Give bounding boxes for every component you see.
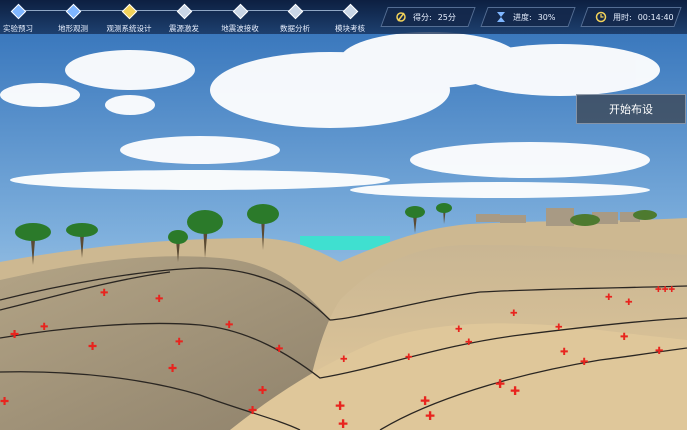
- svg-text:✚: ✚: [248, 404, 257, 417]
- step-diamond-icon: [176, 3, 192, 20]
- step-diamond-icon: [121, 3, 137, 20]
- svg-text:✚: ✚: [40, 322, 48, 333]
- score-panel: 得分: 25分: [380, 7, 476, 27]
- svg-text:✚: ✚: [605, 293, 613, 303]
- step-diamond-icon: [10, 3, 26, 20]
- svg-text:✚: ✚: [175, 337, 183, 348]
- svg-text:✚: ✚: [510, 384, 520, 398]
- svg-text:✚: ✚: [100, 288, 108, 299]
- svg-text:✚: ✚: [655, 346, 663, 357]
- svg-text:✚: ✚: [155, 294, 163, 305]
- progress-panel: 进度: 30%: [480, 7, 576, 27]
- time-panel: 用时: 00:14:40: [580, 7, 682, 27]
- svg-text:✚: ✚: [580, 357, 588, 368]
- score-icon: [396, 12, 406, 22]
- svg-text:✚: ✚: [225, 320, 233, 331]
- step-terrain[interactable]: 地形观测: [41, 3, 105, 34]
- svg-text:✚: ✚: [455, 325, 463, 335]
- svg-text:✚: ✚: [275, 344, 283, 355]
- svg-text:✚: ✚: [88, 340, 97, 353]
- step-label: 震源激发: [169, 24, 199, 33]
- svg-text:✚: ✚: [10, 328, 19, 341]
- svg-text:✚: ✚: [420, 394, 430, 408]
- svg-text:✚: ✚: [0, 395, 9, 408]
- step-exam[interactable]: 模块考核: [318, 3, 382, 34]
- svg-text:✚: ✚: [405, 353, 413, 363]
- svg-text:✚: ✚: [335, 399, 345, 413]
- top-bar: 实验预习 地形观测 观测系统设计 震源激发 地震波接收 数据分析 模块考核 得分…: [0, 0, 687, 34]
- step-diamond-icon: [342, 3, 358, 20]
- svg-text:✚: ✚: [555, 323, 563, 333]
- svg-text:✚: ✚: [340, 355, 348, 365]
- svg-text:✚: ✚: [425, 409, 435, 423]
- svg-text:✚: ✚: [168, 362, 177, 375]
- time-label: 用时:: [613, 12, 632, 22]
- step-progress: 实验预习 地形观测 观测系统设计 震源激发 地震波接收 数据分析 模块考核: [0, 0, 380, 34]
- score-label: 得分:: [413, 12, 432, 22]
- svg-text:✚: ✚: [625, 298, 633, 308]
- step-label: 地形观测: [58, 24, 88, 33]
- svg-text:✚: ✚: [258, 384, 267, 397]
- hourglass-icon: [497, 12, 505, 22]
- progress-value: 30%: [537, 12, 556, 22]
- step-diamond-icon: [287, 3, 303, 20]
- svg-text:✚: ✚: [465, 338, 473, 348]
- step-label: 模块考核: [335, 24, 365, 33]
- svg-text:✚: ✚: [338, 417, 348, 430]
- step-diamond-icon: [65, 3, 81, 20]
- start-layout-button[interactable]: 开始布设: [576, 94, 686, 124]
- svg-text:✚: ✚: [620, 332, 628, 343]
- svg-text:✚: ✚: [510, 309, 518, 319]
- svg-text:✚: ✚: [560, 347, 568, 358]
- score-value: 25分: [437, 12, 456, 22]
- time-value: 00:14:40: [637, 12, 674, 22]
- svg-text:✚✚✚: ✚✚✚: [655, 285, 675, 294]
- svg-text:✚: ✚: [495, 377, 505, 391]
- step-source[interactable]: 震源激发: [152, 3, 216, 34]
- step-diamond-icon: [232, 3, 248, 20]
- game-scene: ✚ ✚ ✚ ✚ ✚ ✚ ✚ ✚ ✚ ✚ ✚ ✚ ✚ ✚ ✚ ✚ ✚ ✚ ✚ ✚ …: [0, 0, 687, 430]
- progress-label: 进度:: [513, 12, 532, 22]
- clock-icon: [595, 11, 607, 23]
